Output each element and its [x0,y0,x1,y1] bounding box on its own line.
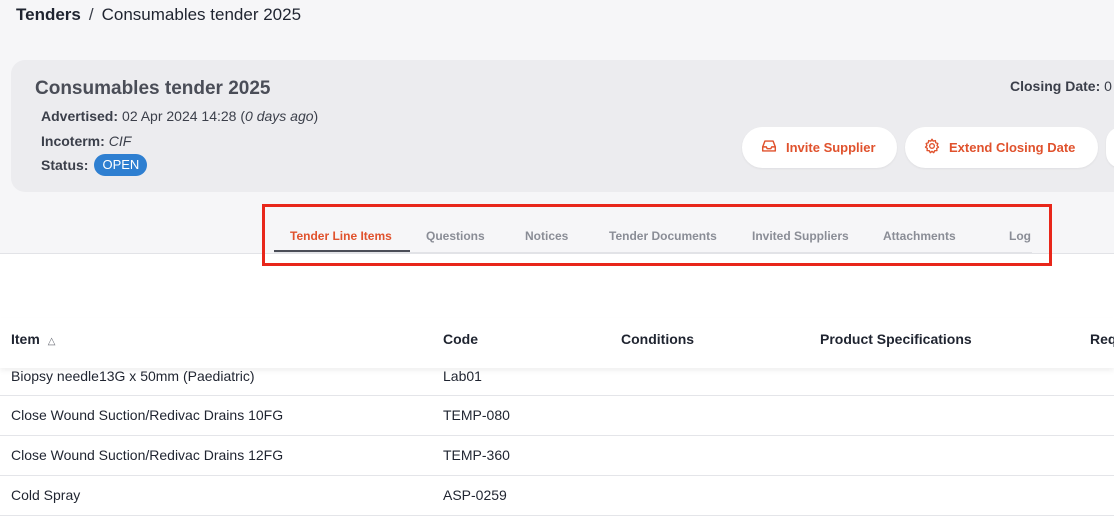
breadcrumb: Tenders / Consumables tender 2025 [16,5,301,25]
code-cell: ASP-0259 [443,487,507,503]
table-row[interactable]: Close Wound Suction/Redivac Drains 12FG … [0,436,1114,476]
table-row[interactable]: Biopsy needle13G x 50mm (Paediatric) Lab… [0,356,1114,396]
advertised-relative: 0 days ago [245,108,314,124]
column-header-product-specifications[interactable]: Product Specifications [820,331,972,347]
tabs-highlight-box [262,204,1052,266]
code-cell: TEMP-080 [443,407,510,423]
extend-closing-date-label: Extend Closing Date [949,140,1076,155]
incoterm-row: Incoterm: CIF [41,133,131,149]
column-header-req[interactable]: Req [1090,331,1114,347]
breadcrumb-separator: / [88,5,94,24]
table-row[interactable]: Close Wound Suction/Redivac Drains 10FG … [0,396,1114,436]
column-header-item[interactable]: Item △ [11,331,56,347]
incoterm-label: Incoterm: [41,133,105,149]
item-cell: Close Wound Suction/Redivac Drains 10FG [11,407,284,423]
status-row: Status: OPEN [41,154,148,176]
gear-icon [923,137,941,158]
closing-date-label: Closing Date: [1010,78,1101,94]
column-header-code[interactable]: Code [443,331,478,347]
breadcrumb-tenders-link[interactable]: Tenders [16,5,81,25]
item-cell: Close Wound Suction/Redivac Drains 12FG [11,447,284,463]
item-cell: Cold Spray [11,487,81,503]
advertised-row: Advertised: 02 Apr 2024 14:28 (0 days ag… [41,108,318,124]
column-header-conditions[interactable]: Conditions [621,331,694,347]
invite-supplier-label: Invite Supplier [786,140,876,155]
invite-supplier-button[interactable]: Invite Supplier [742,127,897,168]
item-cell: Biopsy needle13G x 50mm (Paediatric) [11,368,255,384]
extend-closing-date-button[interactable]: Extend Closing Date [905,127,1098,168]
closing-date-value: 0 [1104,78,1112,94]
tender-title: Consumables tender 2025 [35,78,271,99]
inbox-icon [760,137,778,158]
breadcrumb-current: Consumables tender 2025 [101,5,302,24]
table-row[interactable]: Cold Spray ASP-0259 [0,476,1114,516]
status-badge: OPEN [94,154,148,176]
closing-date: Closing Date: 0 [1010,78,1112,94]
code-cell: TEMP-360 [443,447,510,463]
status-label: Status: [41,157,89,173]
sort-ascending-icon: △ [47,336,56,347]
advertised-label: Advertised: [41,108,119,124]
incoterm-value: CIF [108,133,132,149]
advertised-value: 02 Apr 2024 14:28 (0 days ago) [122,108,319,124]
code-cell: Lab01 [443,368,482,384]
